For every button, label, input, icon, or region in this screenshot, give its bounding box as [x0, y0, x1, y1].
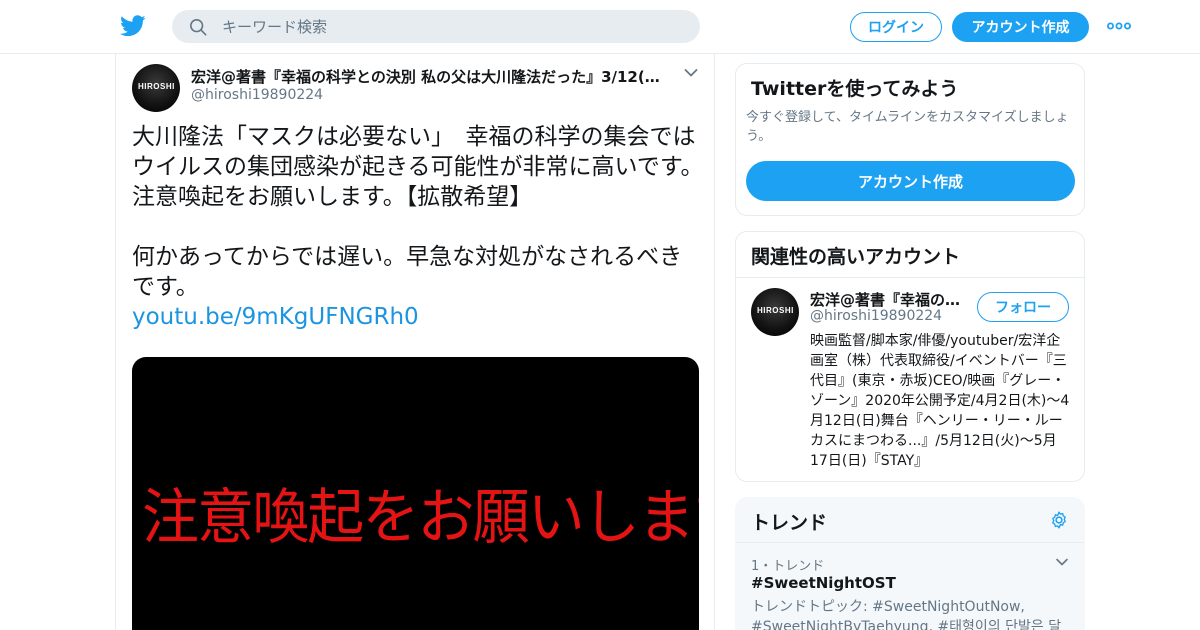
tweet-link[interactable]: youtu.be/9mKgUFNGRh0: [132, 302, 419, 332]
author-handle[interactable]: @hiroshi19890224: [191, 87, 323, 103]
tweet-media-image[interactable]: 注意喚起をお願いします: [132, 357, 699, 630]
gear-icon[interactable]: [1049, 510, 1069, 530]
chevron-down-icon[interactable]: [684, 68, 698, 78]
create-account-button[interactable]: アカウント作成: [746, 161, 1075, 201]
search-icon: [189, 18, 207, 36]
search-box[interactable]: [172, 10, 700, 43]
related-account-name[interactable]: 宏洋@著書『幸福の…: [810, 289, 970, 310]
follow-button[interactable]: フォロー: [977, 292, 1069, 322]
card-description: 今すぐ登録して、タイムラインをカスタマイズしましょう。: [746, 110, 1069, 144]
signup-button[interactable]: アカウント作成: [952, 12, 1089, 42]
related-account-handle[interactable]: @hiroshi19890224: [810, 308, 942, 324]
trend-hashtag[interactable]: #SweetNightOST: [751, 574, 896, 592]
divider: [736, 277, 1084, 278]
trend-rank-label: 1・トレンド: [751, 559, 825, 574]
login-button[interactable]: ログイン: [850, 12, 942, 42]
avatar-logo-text: HIROSHI: [757, 306, 794, 315]
top-navigation-bar: ログイン アカウント作成: [0, 0, 1200, 54]
chevron-down-icon[interactable]: [1056, 558, 1068, 566]
card-title: Twitterを使ってみよう: [751, 78, 959, 100]
avatar-logo-text: HIROSHI: [138, 82, 175, 91]
related-account-avatar[interactable]: HIROSHI: [751, 288, 799, 336]
author-name[interactable]: 宏洋@著書『幸福の科学との決別 私の父は大川隆法だった』3/12(木…: [191, 66, 671, 87]
divider: [736, 542, 1084, 543]
trends-card: トレンド 1・トレンド #SweetNightOST トレンドトピック: #Sw…: [735, 497, 1085, 630]
author-avatar[interactable]: HIROSHI: [132, 64, 180, 112]
media-caption: 注意喚起をお願いします: [142, 483, 699, 553]
related-accounts-card: 関連性の高いアカウント HIROSHI 宏洋@著書『幸福の… @hiroshi1…: [735, 231, 1085, 482]
twitter-bird-logo-icon[interactable]: [120, 14, 146, 38]
try-twitter-card: Twitterを使ってみよう 今すぐ登録して、タイムラインをカスタマイズしましょ…: [735, 63, 1085, 216]
tweet-card: HIROSHI 宏洋@著書『幸福の科学との決別 私の父は大川隆法だった』3/12…: [115, 54, 715, 630]
tweet-text: 大川隆法「マスクは必要ない」 幸福の科学の集会ではウイルスの集団感染が起きる可能…: [132, 124, 704, 300]
more-options-icon[interactable]: [1107, 20, 1131, 32]
trend-topics: トレンドトピック: #SweetNightOutNow, #SweetNight…: [751, 599, 1062, 630]
search-input[interactable]: [222, 10, 682, 43]
related-account-bio: 映画監督/脚本家/俳優/youtuber/宏洋企画室（株）代表取締役/イベントバ…: [810, 333, 1070, 469]
card-title: 関連性の高いアカウント: [751, 246, 961, 268]
card-title: トレンド: [751, 512, 828, 534]
